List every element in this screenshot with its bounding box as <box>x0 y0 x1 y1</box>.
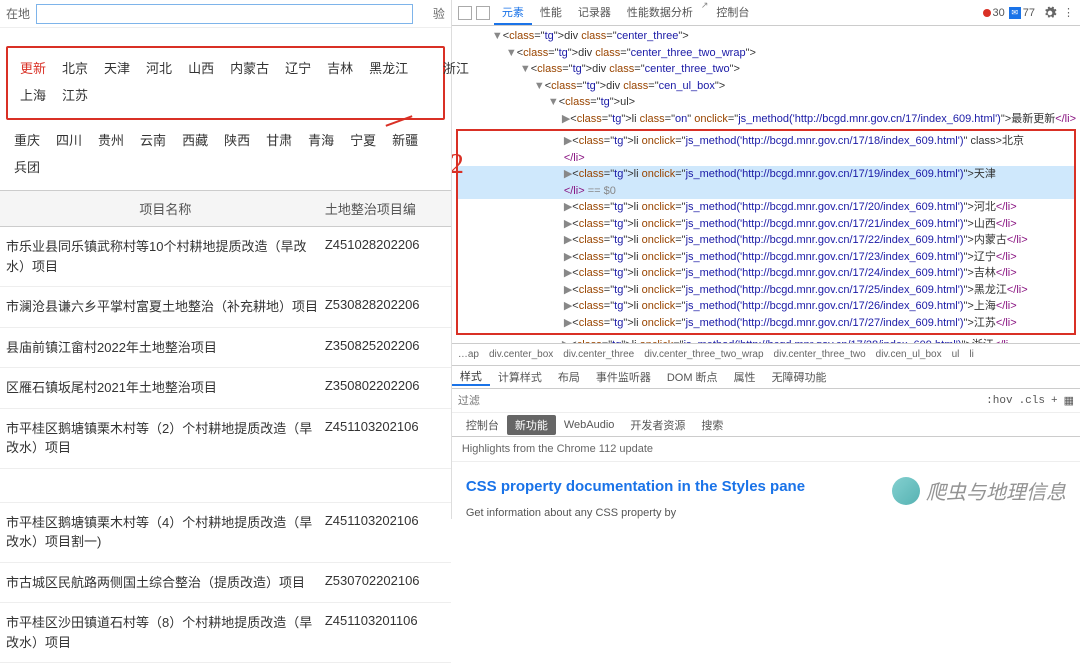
watermark-icon <box>892 477 920 505</box>
crumb-item[interactable]: div.center_three_two <box>774 349 866 360</box>
update-banner: Highlights from the Chrome 112 update <box>452 437 1080 462</box>
filter-row: :hov .cls + ▦ <box>452 389 1080 413</box>
crumb-item[interactable]: ul <box>952 349 960 360</box>
doc-text: Get information about any CSS property b… <box>466 507 1066 519</box>
table-row[interactable] <box>0 469 451 503</box>
table-row[interactable]: 市平桂区鹅塘镇栗木村等（2）个村耕地提质改造（旱改水）项目Z4511032021… <box>0 409 451 469</box>
devtools-tab[interactable]: 控制台 <box>708 0 757 25</box>
region-tab[interactable]: 北京 <box>54 54 96 81</box>
annotation-2: 2 <box>452 144 464 186</box>
inspect-icon[interactable] <box>458 6 472 20</box>
more-icon[interactable]: ⋮ <box>1063 6 1074 19</box>
crumb-item[interactable]: div.center_three_two_wrap <box>644 349 763 360</box>
more-styles-icon[interactable]: ▦ <box>1064 394 1074 408</box>
table-row[interactable]: 市乐业县同乐镇武称村等10个村耕地提质改造（旱改水）项目Z45102820220… <box>0 227 451 287</box>
region-tab[interactable]: 天津 <box>96 54 138 81</box>
verify-label: 验 <box>433 5 445 22</box>
table-row[interactable]: 县庙前镇江畲村2022年土地整治项目Z350825202206 <box>0 328 451 369</box>
watermark-text: 爬虫与地理信息 <box>926 476 1066 505</box>
region-tab[interactable]: 内蒙古 <box>222 54 277 81</box>
region-tab[interactable]: 辽宁 <box>277 54 319 81</box>
region-tab[interactable]: 新疆 <box>384 126 426 153</box>
table-row[interactable]: 市平桂区鹅塘镇栗木村等（4）个村耕地提质改造（旱改水）项目割一)Z4511032… <box>0 503 451 563</box>
top-label: 在地 <box>6 5 30 22</box>
region-tab[interactable]: 重庆 <box>6 126 48 153</box>
styles-tabs: 样式计算样式布局事件监听器DOM 断点属性无障碍功能 <box>452 365 1080 389</box>
hov-toggle[interactable]: :hov <box>986 395 1012 407</box>
message-badge[interactable]: ✉77 <box>1009 7 1035 19</box>
top-input[interactable] <box>36 4 413 24</box>
region-tab[interactable]: 贵州 <box>90 126 132 153</box>
drawer-tab[interactable]: 新功能 <box>507 415 556 435</box>
region-tab[interactable]: 上海 <box>12 81 54 108</box>
styles-tab[interactable]: 样式 <box>452 368 490 386</box>
region-tab[interactable]: 黑龙江 <box>361 54 416 81</box>
region-tab[interactable]: 河北 <box>138 54 180 81</box>
styles-tab[interactable]: 无障碍功能 <box>764 369 835 385</box>
region-tab[interactable]: 西藏 <box>174 126 216 153</box>
crumb-item[interactable]: …ap <box>458 349 479 360</box>
drawer-tab[interactable]: 开发者资源 <box>622 417 693 433</box>
region-tabs-row2: 重庆四川贵州云南西藏陕西甘肃青海宁夏新疆兵团 <box>0 122 451 190</box>
gear-icon[interactable] <box>1043 6 1057 20</box>
region-tab[interactable]: 吉林 <box>319 54 361 81</box>
table-row[interactable]: 区雁石镇坂尾村2021年土地整治项目Z350802202206 <box>0 368 451 409</box>
styles-tab[interactable]: 属性 <box>726 369 764 385</box>
table-header: 项目名称 土地整治项目编 <box>0 190 451 227</box>
region-tab[interactable]: 甘肃 <box>258 126 300 153</box>
styles-tab[interactable]: 事件监听器 <box>588 369 659 385</box>
dom-tree[interactable]: 2 ▼<class="tg">div class="center_three">… <box>452 26 1080 343</box>
devtools: 元素性能记录器性能数据分析↗控制台 30 ✉77 ⋮ 2 ▼<class="tg… <box>452 0 1080 519</box>
error-badge[interactable]: 30 <box>983 7 1005 19</box>
region-tab[interactable]: 江苏 <box>54 81 96 108</box>
styles-tab[interactable]: 计算样式 <box>490 369 550 385</box>
region-tab[interactable]: 陕西 <box>216 126 258 153</box>
crumb-item[interactable]: li <box>969 349 973 360</box>
cls-toggle[interactable]: .cls <box>1019 395 1045 407</box>
table-row[interactable]: 市古城区民航路两侧国土综合整治（提质改造）项目Z530702202106 <box>0 563 451 604</box>
device-icon[interactable] <box>476 6 490 20</box>
region-tab[interactable]: 兵团 <box>6 153 48 180</box>
devtools-tab[interactable]: 记录器 <box>570 0 619 25</box>
devtools-toolbar: 元素性能记录器性能数据分析↗控制台 30 ✉77 ⋮ <box>452 0 1080 26</box>
region-tabs-box: 更新北京天津河北山西内蒙古辽宁吉林黑龙江上海江苏 浙江 <box>6 46 445 120</box>
styles-tab[interactable]: 布局 <box>550 369 588 385</box>
page-left: 在地 验 更新北京天津河北山西内蒙古辽宁吉林黑龙江上海江苏 浙江 重庆四川贵州云… <box>0 0 452 519</box>
devtools-tab[interactable]: 性能 <box>532 0 570 25</box>
breadcrumb[interactable]: …ap div.center_box div.center_three div.cen… <box>452 343 1080 365</box>
crumb-item[interactable]: div.center_box <box>489 349 553 360</box>
region-tab[interactable]: 云南 <box>132 126 174 153</box>
region-tab[interactable]: 更新 <box>12 54 54 81</box>
styles-tab[interactable]: DOM 断点 <box>659 369 726 385</box>
crumb-item[interactable]: div.center_three <box>563 349 634 360</box>
crumb-item[interactable]: div.cen_ul_box <box>876 349 942 360</box>
col-code: 土地整治项目编 <box>325 199 445 218</box>
add-rule-icon[interactable]: + <box>1051 395 1058 407</box>
region-tab[interactable]: 四川 <box>48 126 90 153</box>
watermark: 爬虫与地理信息 <box>892 476 1066 505</box>
top-row: 在地 验 <box>0 0 451 28</box>
table-row[interactable]: 市平桂区沙田镇道石村等（8）个村耕地提质改造（旱改水）项目Z4511032011… <box>0 603 451 663</box>
filter-input[interactable] <box>458 395 980 407</box>
drawer-tab[interactable]: 搜索 <box>693 417 731 433</box>
devtools-tab[interactable]: 性能数据分析 <box>619 0 701 25</box>
region-tab[interactable]: 宁夏 <box>342 126 384 153</box>
drawer-tab[interactable]: 控制台 <box>458 417 507 433</box>
devtools-tab[interactable]: 元素 <box>494 0 532 25</box>
region-tab[interactable]: 山西 <box>180 54 222 81</box>
table-row[interactable]: 市澜沧县谦六乡平掌村富夏土地整治（补充耕地）项目Z530828202206 <box>0 287 451 328</box>
region-tab[interactable]: 青海 <box>300 126 342 153</box>
console-tabs: 控制台新功能WebAudio开发者资源搜索 <box>452 413 1080 437</box>
col-name: 项目名称 <box>6 199 325 218</box>
drawer-tab[interactable]: WebAudio <box>556 419 623 431</box>
